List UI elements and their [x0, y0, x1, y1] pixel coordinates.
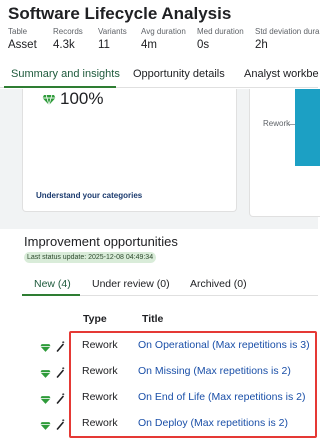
stat-label: Records: [53, 27, 83, 36]
row-actions: [40, 418, 70, 430]
rework-bar-label: Rework: [263, 119, 291, 128]
tab-opportunity-details[interactable]: Opportunity details: [133, 68, 225, 80]
stat-value: 0s: [197, 39, 210, 51]
row-actions: [40, 340, 70, 352]
stat-table: Table Asset: [8, 27, 37, 51]
rework-bar: [295, 89, 320, 166]
tab-new[interactable]: New (4): [34, 278, 71, 290]
diamond-icon: [42, 93, 56, 111]
tab-under-review[interactable]: Under review (0): [92, 278, 170, 290]
diamond-icon: [40, 392, 51, 410]
main-tabs: Summary and insights Opportunity details…: [0, 62, 319, 88]
stat-med-duration: Med duration 0s: [197, 27, 244, 51]
stat-std-deviation: Std deviation dura 2h: [255, 27, 320, 51]
magic-wand-icon[interactable]: [56, 339, 66, 357]
rework-chart-card: Rework: [249, 89, 320, 217]
categories-card: 100% Understand your categories: [22, 89, 237, 212]
percent-value: 100%: [60, 89, 104, 108]
stat-value: 4.3k: [53, 39, 75, 51]
stat-label: Std deviation dura: [255, 27, 320, 36]
stat-label: Avg duration: [141, 27, 186, 36]
active-tab-indicator: [4, 86, 116, 88]
stat-label: Med duration: [197, 27, 244, 36]
stat-value: Asset: [8, 39, 37, 51]
stat-value: 4m: [141, 39, 157, 51]
column-header-type[interactable]: Type: [83, 313, 107, 325]
stat-avg-duration: Avg duration 4m: [141, 27, 186, 51]
row-actions: [40, 366, 70, 378]
diamond-icon: [40, 340, 51, 358]
stat-value: 11: [98, 39, 110, 51]
stat-variants: Variants 11: [98, 27, 127, 51]
tab-analyst-workbench[interactable]: Analyst workbe: [244, 68, 319, 80]
opportunity-tabs: New (4) Under review (0) Archived (0): [22, 272, 318, 296]
stat-value: 2h: [255, 39, 268, 51]
magic-wand-icon[interactable]: [56, 391, 66, 409]
active-subtab-indicator: [22, 294, 80, 296]
magic-wand-icon[interactable]: [56, 417, 66, 435]
highlight-box: [69, 331, 317, 438]
stat-label: Variants: [98, 27, 127, 36]
status-badge: Last status update: 2025-12-08 04:49:34: [24, 252, 157, 263]
row-actions: [40, 392, 70, 404]
stat-records: Records 4.3k: [53, 27, 83, 51]
page-title: Software Lifecycle Analysis: [8, 4, 232, 23]
magic-wand-icon[interactable]: [56, 365, 66, 383]
understand-categories-link[interactable]: Understand your categories: [36, 191, 142, 200]
stat-label: Table: [8, 27, 28, 36]
diamond-icon: [40, 366, 51, 384]
tab-archived[interactable]: Archived (0): [190, 278, 247, 290]
section-title: Improvement opportunities: [24, 234, 178, 249]
tab-summary-and-insights[interactable]: Summary and insights: [11, 68, 120, 80]
column-header-title[interactable]: Title: [142, 313, 163, 325]
diamond-icon: [40, 418, 51, 436]
